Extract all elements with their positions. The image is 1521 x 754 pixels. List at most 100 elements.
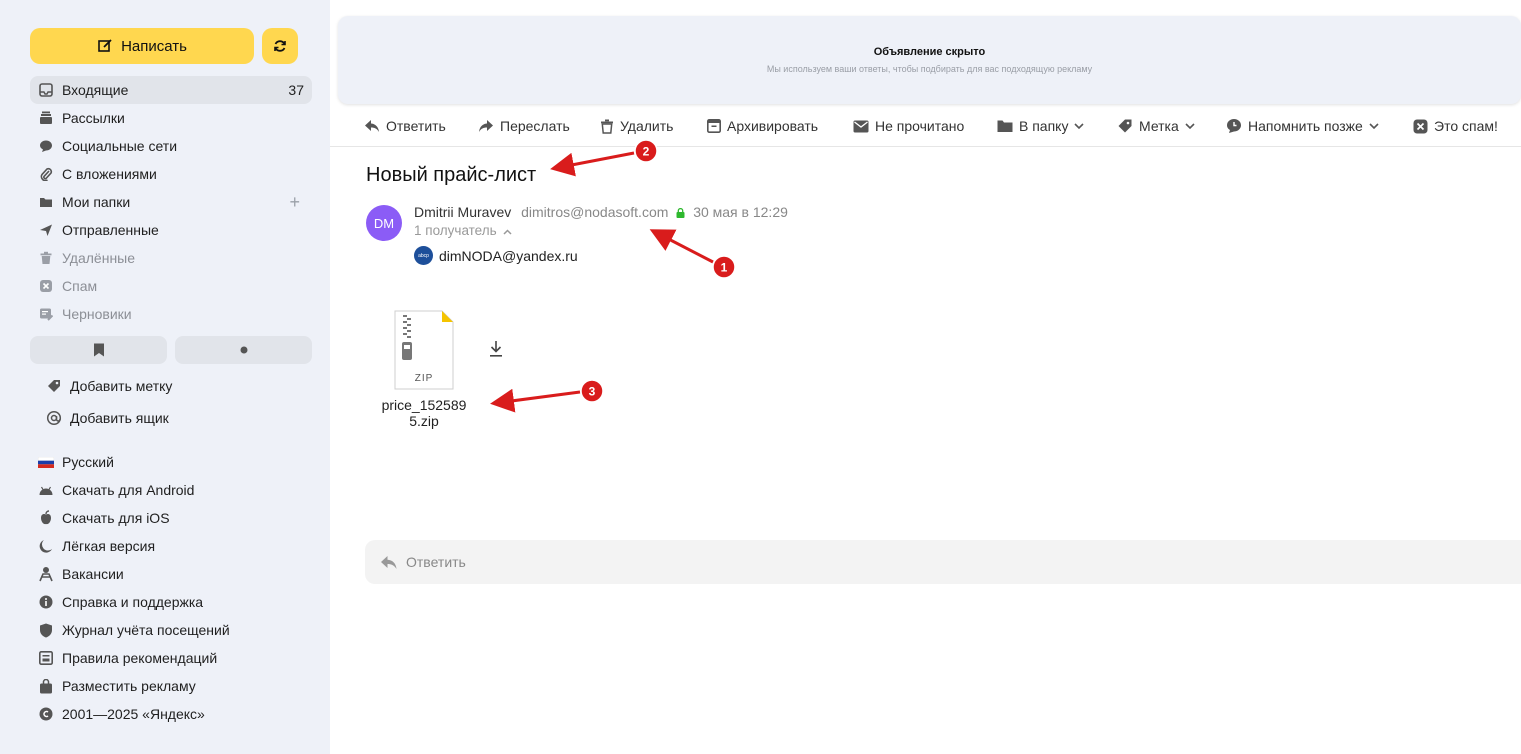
footer-link-label: Журнал учёта посещений bbox=[62, 622, 230, 638]
nav-item-sent[interactable]: Отправленные bbox=[30, 216, 312, 244]
unread-filter-button[interactable] bbox=[175, 336, 312, 364]
ad-title: Объявление скрыто bbox=[873, 46, 986, 58]
label-button[interactable]: Метка bbox=[1117, 118, 1195, 134]
ad-subtitle: Мы используем ваши ответы, чтобы подбира… bbox=[766, 64, 1093, 74]
attachment-name[interactable]: price_152589 5.zip bbox=[378, 397, 470, 429]
nav-item-my-folders[interactable]: Мои папки + bbox=[30, 188, 312, 216]
message-subject: Новый прайс-лист bbox=[366, 164, 537, 186]
recipient[interactable]: abcp dimNODA@yandex.ru bbox=[414, 246, 578, 265]
advertise-link[interactable]: Разместить рекламу bbox=[30, 672, 312, 700]
nav-item-deleted[interactable]: Удалённые bbox=[30, 244, 312, 272]
bookmark-icon bbox=[93, 343, 104, 357]
quick-reply-box[interactable]: Ответить bbox=[365, 540, 1521, 584]
vacancies-icon bbox=[38, 566, 54, 582]
move-to-folder-button[interactable]: В папку bbox=[997, 118, 1085, 134]
refresh-button[interactable] bbox=[262, 28, 298, 64]
zip-type-label: ZIP bbox=[415, 373, 434, 384]
visits-journal-link[interactable]: Журнал учёта посещений bbox=[30, 616, 312, 644]
tag-icon bbox=[48, 380, 60, 392]
nav-item-label: Спам bbox=[62, 278, 98, 294]
nav-item-attachments[interactable]: С вложениями bbox=[30, 160, 312, 188]
extra-actions: Добавить метку Добавить ящик bbox=[46, 370, 312, 434]
footer-link-label: Правила рекомендаций bbox=[62, 650, 218, 666]
android-icon bbox=[38, 482, 54, 498]
move-to-folder-label: В папку bbox=[1019, 118, 1069, 134]
nav-item-newsletters[interactable]: Рассылки bbox=[30, 104, 312, 132]
zip-file-icon[interactable]: ZIP bbox=[394, 310, 454, 390]
paperclip-icon bbox=[38, 166, 54, 182]
footer-links: Русский Скачать для Android Скачать для … bbox=[30, 448, 312, 728]
info-icon bbox=[38, 594, 54, 610]
message-view: Объявление скрыто Мы используем ваши отв… bbox=[330, 0, 1521, 754]
nav-item-inbox[interactable]: Входящие 37 bbox=[30, 76, 312, 104]
clock-chat-icon bbox=[1227, 119, 1241, 133]
copyright: 2001—2025 «Яндекс» bbox=[30, 700, 312, 728]
nav-item-label: Черновики bbox=[62, 306, 132, 322]
folder-list: Входящие 37 Рассылки Социальные сети С в… bbox=[30, 76, 312, 328]
sender-email[interactable]: dimitros@nodasoft.com bbox=[521, 204, 668, 220]
unread-count: 37 bbox=[288, 82, 304, 98]
refresh-icon bbox=[274, 40, 286, 52]
social-icon bbox=[38, 138, 54, 154]
delete-button[interactable]: Удалить bbox=[600, 118, 673, 134]
footer-link-label: Русский bbox=[62, 454, 114, 470]
bag-icon bbox=[38, 678, 54, 694]
nav-item-social[interactable]: Социальные сети bbox=[30, 132, 312, 160]
chevron-down-icon bbox=[1185, 123, 1195, 129]
footer-link-label: Вакансии bbox=[62, 566, 124, 582]
compose-label: Написать bbox=[121, 37, 187, 55]
add-mailbox-link[interactable]: Добавить ящик bbox=[46, 402, 312, 434]
spam-icon bbox=[1413, 119, 1428, 133]
quick-filters bbox=[30, 336, 312, 364]
folder-icon bbox=[38, 194, 54, 210]
nav-item-label: Социальные сети bbox=[62, 138, 178, 154]
remind-later-label: Напомнить позже bbox=[1248, 118, 1363, 134]
vacancies-link[interactable]: Вакансии bbox=[30, 560, 312, 588]
copyright-icon bbox=[38, 706, 54, 722]
bookmarks-filter-button[interactable] bbox=[30, 336, 167, 364]
compose-icon bbox=[98, 39, 112, 52]
ios-link[interactable]: Скачать для iOS bbox=[30, 504, 312, 532]
lite-version-link[interactable]: Лёгкая версия bbox=[30, 532, 312, 560]
recipients-toggle[interactable]: 1 получатель bbox=[414, 223, 512, 238]
add-label-link[interactable]: Добавить метку bbox=[46, 370, 312, 402]
quick-reply-label: Ответить bbox=[406, 554, 466, 570]
report-spam-button[interactable]: Это спам! bbox=[1413, 118, 1498, 134]
reply-label: Ответить bbox=[386, 118, 446, 134]
footer-link-label: Лёгкая версия bbox=[62, 538, 156, 554]
chevron-down-icon bbox=[1369, 123, 1379, 129]
label-label: Метка bbox=[1139, 118, 1179, 134]
download-button[interactable] bbox=[488, 340, 504, 363]
chevron-up-icon bbox=[503, 229, 512, 235]
chevron-down-icon bbox=[1074, 123, 1085, 129]
language-link[interactable]: Русский bbox=[30, 448, 312, 476]
trash-icon bbox=[38, 250, 54, 266]
nav-item-spam[interactable]: Спам bbox=[30, 272, 312, 300]
forward-icon bbox=[479, 120, 493, 132]
sender-name[interactable]: Dmitrii Muravev bbox=[414, 204, 511, 220]
add-folder-icon[interactable]: + bbox=[289, 192, 300, 213]
android-link[interactable]: Скачать для Android bbox=[30, 476, 312, 504]
recommendation-rules-link[interactable]: Правила рекомендаций bbox=[30, 644, 312, 672]
forward-button[interactable]: Переслать bbox=[478, 118, 570, 134]
help-link[interactable]: Справка и поддержка bbox=[30, 588, 312, 616]
footer-link-label: Скачать для Android bbox=[62, 482, 195, 498]
reply-button[interactable]: Ответить bbox=[364, 118, 446, 134]
remind-later-button[interactable]: Напомнить позже bbox=[1226, 118, 1379, 134]
nav-item-label: С вложениями bbox=[62, 166, 157, 182]
at-icon bbox=[46, 410, 62, 426]
attachment-name-line1: price_152589 bbox=[381, 397, 467, 413]
rules-icon bbox=[38, 650, 54, 666]
mark-unread-button[interactable]: Не прочитано bbox=[853, 118, 964, 134]
envelope-icon bbox=[853, 120, 869, 132]
message-toolbar: Ответить Переслать Удалить Архивировать … bbox=[330, 108, 1521, 147]
nav-item-drafts[interactable]: Черновики bbox=[30, 300, 312, 328]
send-icon bbox=[38, 222, 54, 238]
archive-button[interactable]: Архивировать bbox=[707, 118, 818, 134]
sender-avatar[interactable]: DM bbox=[366, 205, 402, 241]
shield-icon bbox=[38, 622, 54, 638]
compose-button[interactable]: Написать bbox=[30, 28, 254, 64]
hidden-ad-banner: Объявление скрыто Мы используем ваши отв… bbox=[338, 16, 1521, 104]
nav-item-label: Рассылки bbox=[62, 110, 125, 126]
inbox-icon bbox=[38, 82, 54, 98]
